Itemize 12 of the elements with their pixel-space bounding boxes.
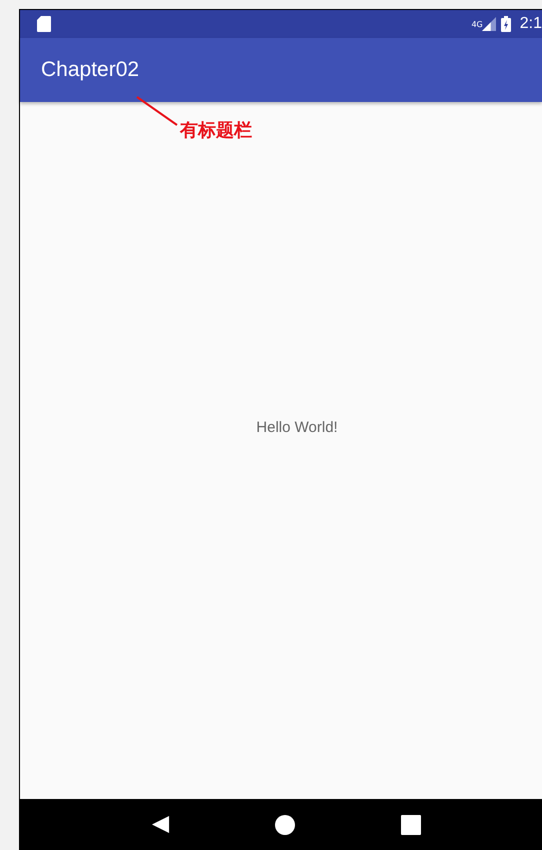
leader-line (136, 96, 178, 126)
signal-icon (482, 17, 496, 31)
app-title: Chapter02 (41, 58, 140, 82)
recents-icon[interactable] (401, 814, 422, 834)
sd-card-icon (36, 15, 52, 33)
battery-icon (500, 16, 511, 32)
back-icon[interactable] (150, 815, 170, 834)
clock-time: 2:1 (520, 15, 542, 33)
annotation-text: 有标题栏 (180, 119, 252, 142)
network-type: 4G (471, 20, 483, 29)
hello-text: Hello World! (256, 419, 338, 436)
home-icon[interactable] (275, 814, 296, 834)
